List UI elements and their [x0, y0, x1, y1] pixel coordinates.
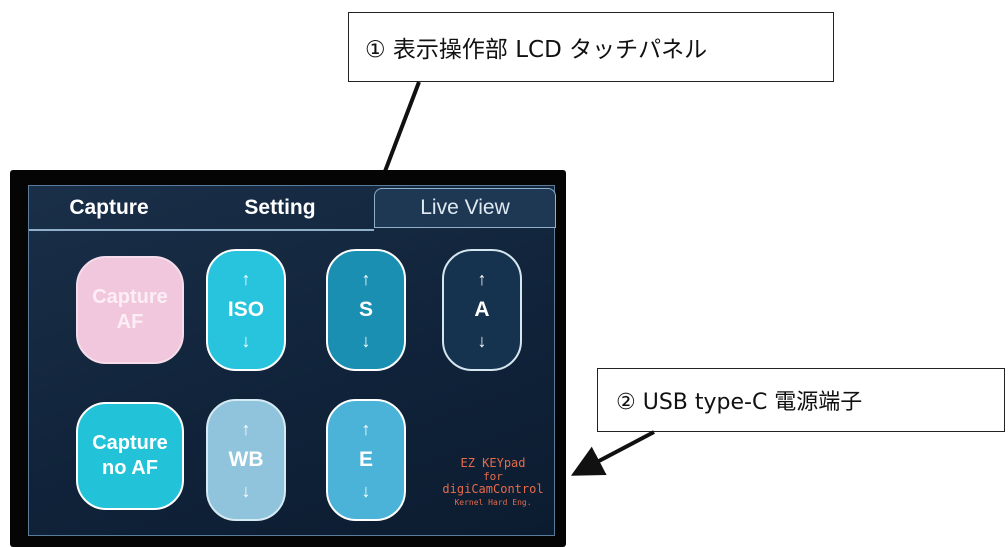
- iso-down-arrow-icon[interactable]: ↓: [242, 332, 251, 350]
- a-label: A: [474, 298, 490, 321]
- a-down-arrow-icon[interactable]: ↓: [478, 332, 487, 350]
- s-up-arrow-icon[interactable]: ↑: [362, 270, 371, 288]
- e-label: E: [358, 448, 373, 471]
- s-down-arrow-icon[interactable]: ↓: [362, 332, 371, 350]
- exposure-button[interactable]: ↑ E ↓: [326, 399, 406, 521]
- callout-usb-label: ② USB type-C 電源端子: [616, 390, 863, 415]
- keypad-device: Capture Setting Live View Capture AF ↑ I…: [10, 170, 566, 547]
- callout-lcd-touch-panel: ① 表示操作部 LCD タッチパネル: [348, 12, 834, 82]
- capture-no-af-line2: no AF: [102, 457, 158, 479]
- branding-line3: digiCamControl: [442, 482, 544, 496]
- shutter-speed-button[interactable]: ↑ S ↓: [326, 249, 406, 371]
- iso-up-arrow-icon[interactable]: ↑: [242, 270, 251, 288]
- tab-setting[interactable]: Setting: [215, 186, 345, 230]
- capture-no-af-line1: Capture: [92, 432, 168, 454]
- callout-lcd-label: ① 表示操作部 LCD タッチパネル: [365, 37, 708, 63]
- tab-capture[interactable]: Capture: [49, 186, 169, 230]
- wb-up-arrow-icon[interactable]: ↑: [242, 420, 251, 438]
- white-balance-button[interactable]: ↑ WB ↓: [206, 399, 286, 521]
- tab-live-view[interactable]: Live View: [374, 188, 556, 228]
- aperture-button[interactable]: ↑ A ↓: [442, 249, 522, 371]
- iso-label: ISO: [227, 298, 265, 321]
- tab-bar: Capture Setting Live View: [29, 186, 556, 231]
- a-up-arrow-icon[interactable]: ↑: [478, 270, 487, 288]
- wb-down-arrow-icon[interactable]: ↓: [242, 482, 251, 500]
- capture-af-line1: Capture: [92, 286, 168, 308]
- s-label: S: [358, 298, 373, 321]
- branding-line4: Kernel Hard Eng.: [454, 498, 532, 507]
- e-up-arrow-icon[interactable]: ↑: [362, 420, 371, 438]
- capture-af-button[interactable]: Capture AF: [76, 256, 184, 364]
- wb-label: WB: [228, 448, 264, 471]
- capture-no-af-button[interactable]: Capture no AF: [76, 402, 184, 510]
- lcd-screen: Capture Setting Live View Capture AF ↑ I…: [28, 185, 556, 536]
- e-down-arrow-icon[interactable]: ↓: [362, 482, 371, 500]
- branding-text: EZ KEYpad for digiCamControl Kernel Hard…: [433, 457, 553, 509]
- arrow-to-usb-port: [570, 430, 655, 476]
- tab-divider: [29, 229, 374, 231]
- capture-af-line2: AF: [116, 311, 144, 333]
- iso-button[interactable]: ↑ ISO ↓: [206, 249, 286, 371]
- callout-usb-power-port: ② USB type-C 電源端子: [597, 368, 1005, 432]
- branding-line1: EZ KEYpad: [460, 456, 526, 470]
